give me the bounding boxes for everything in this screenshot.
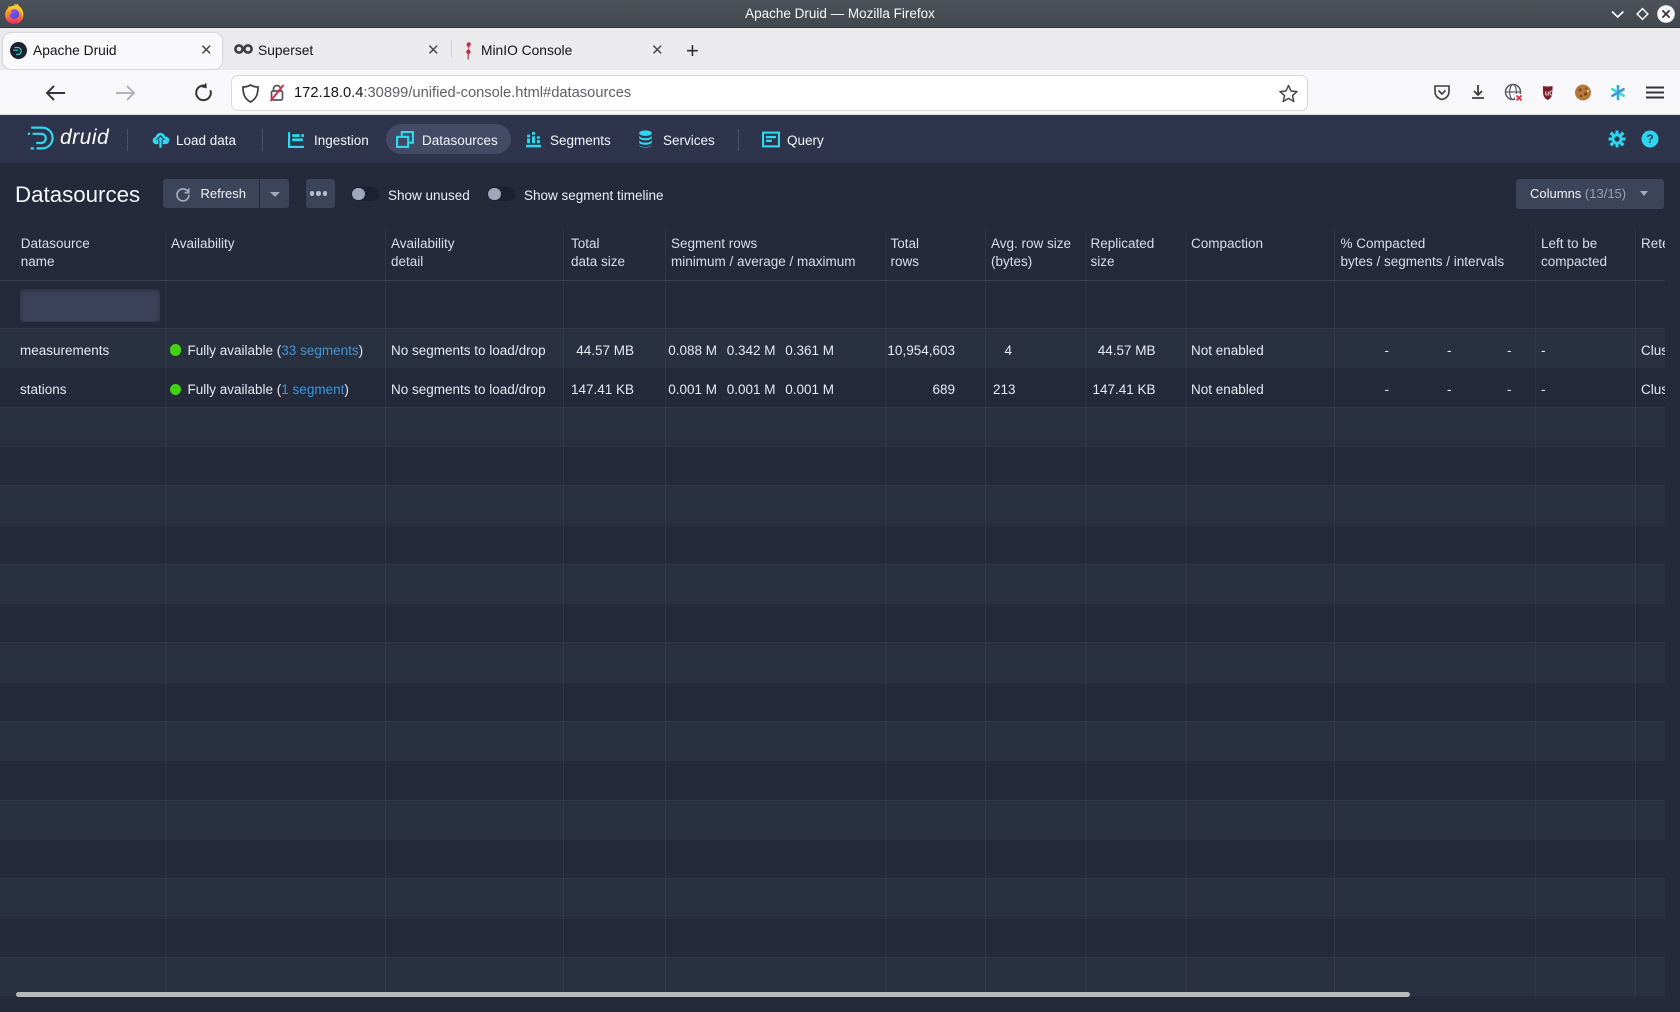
svg-text:?: ? <box>1646 132 1653 146</box>
svg-text:u0: u0 <box>1545 89 1554 98</box>
